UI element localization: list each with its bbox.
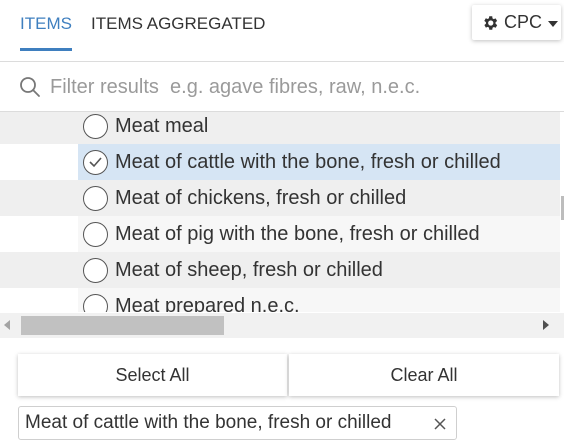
- gear-icon: [484, 15, 498, 30]
- filter-bar: [0, 62, 564, 112]
- radio-icon[interactable]: [83, 113, 108, 139]
- list-item: Meat of cattle with the bone, fresh or c…: [0, 144, 560, 180]
- list-item-label: Meat meal: [115, 114, 209, 137]
- list-item-option[interactable]: Meat of cattle with the bone, fresh or c…: [78, 144, 560, 180]
- list-item-label: Meat of sheep, fresh or chilled: [115, 258, 383, 281]
- clear-all-button[interactable]: Clear All: [289, 354, 559, 396]
- list-item-option[interactable]: Meat meal: [78, 112, 560, 144]
- tab-items[interactable]: ITEMS: [20, 13, 72, 51]
- classification-label: CPC: [504, 12, 543, 32]
- radio-icon[interactable]: [83, 185, 108, 211]
- tab-bar: ITEMS ITEMS AGGREGATED CPC: [0, 0, 564, 62]
- scroll-right-arrow-icon[interactable]: [543, 320, 549, 330]
- select-all-button[interactable]: Select All: [18, 354, 287, 396]
- radio-checked-icon[interactable]: [83, 149, 108, 175]
- search-icon: [20, 77, 40, 97]
- list-item: Meat meal: [0, 112, 560, 144]
- list-item-option[interactable]: Meat of pig with the bone, fresh or chil…: [78, 216, 560, 252]
- radio-icon[interactable]: [83, 293, 108, 312]
- list-item-label: Meat of chickens, fresh or chilled: [115, 186, 407, 209]
- horizontal-scrollbar-thumb[interactable]: [21, 316, 224, 335]
- list-item-label: Meat prepared n.e.c.: [115, 294, 300, 313]
- close-icon[interactable]: [434, 418, 446, 430]
- list-item: Meat of chickens, fresh or chilled: [0, 180, 560, 216]
- selected-item-chip: Meat of cattle with the bone, fresh or c…: [18, 406, 457, 440]
- chip-label: Meat of cattle with the bone, fresh or c…: [25, 412, 392, 433]
- list-item-label: Meat of cattle with the bone, fresh or c…: [115, 150, 501, 173]
- list-item: Meat of pig with the bone, fresh or chil…: [0, 216, 560, 252]
- list-item-option[interactable]: Meat prepared n.e.c.: [78, 288, 560, 312]
- filter-input[interactable]: [50, 72, 550, 102]
- radio-icon[interactable]: [83, 257, 108, 283]
- classification-dropdown-button[interactable]: CPC: [472, 5, 561, 40]
- list-item-option[interactable]: Meat of sheep, fresh or chilled: [78, 252, 560, 288]
- radio-icon[interactable]: [83, 221, 108, 247]
- caret-down-icon: [548, 21, 559, 27]
- checkmark-icon: [89, 156, 102, 167]
- list-item-label: Meat of pig with the bone, fresh or chil…: [115, 222, 480, 245]
- items-list[interactable]: Meat meal Meat of cattle with the bone, …: [0, 112, 564, 312]
- scroll-left-arrow-icon[interactable]: [4, 320, 10, 330]
- horizontal-scrollbar[interactable]: [0, 313, 564, 338]
- list-item-option[interactable]: Meat of chickens, fresh or chilled: [78, 180, 560, 216]
- tab-items-aggregated[interactable]: ITEMS AGGREGATED: [91, 13, 265, 35]
- list-item: Meat of sheep, fresh or chilled: [0, 252, 560, 288]
- list-item: Meat prepared n.e.c.: [0, 288, 560, 312]
